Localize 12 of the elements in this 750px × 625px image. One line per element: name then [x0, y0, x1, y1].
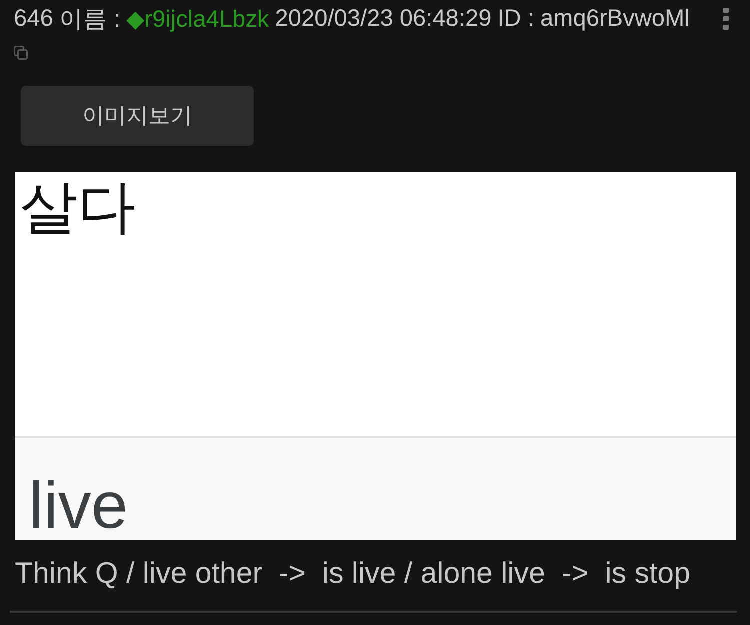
timestamp: 2020/03/23 06:48:29	[275, 6, 492, 32]
trip-code: ◆r9ijcla4Lbzk	[126, 6, 270, 34]
name-label: 이름 :	[59, 6, 120, 35]
more-options-icon[interactable]	[723, 8, 729, 30]
post-number: 646	[14, 6, 54, 32]
poster-id: amq6rBvwoMl	[540, 6, 690, 32]
id-label: ID :	[498, 6, 534, 32]
post-message: Think Q / live other -> is live / alone live -> is stop	[15, 556, 690, 592]
copy-icon[interactable]	[14, 46, 28, 60]
source-word: 살다	[20, 174, 136, 242]
translation-word: live	[29, 470, 128, 540]
view-image-button[interactable]: 이미지보기	[21, 86, 254, 146]
